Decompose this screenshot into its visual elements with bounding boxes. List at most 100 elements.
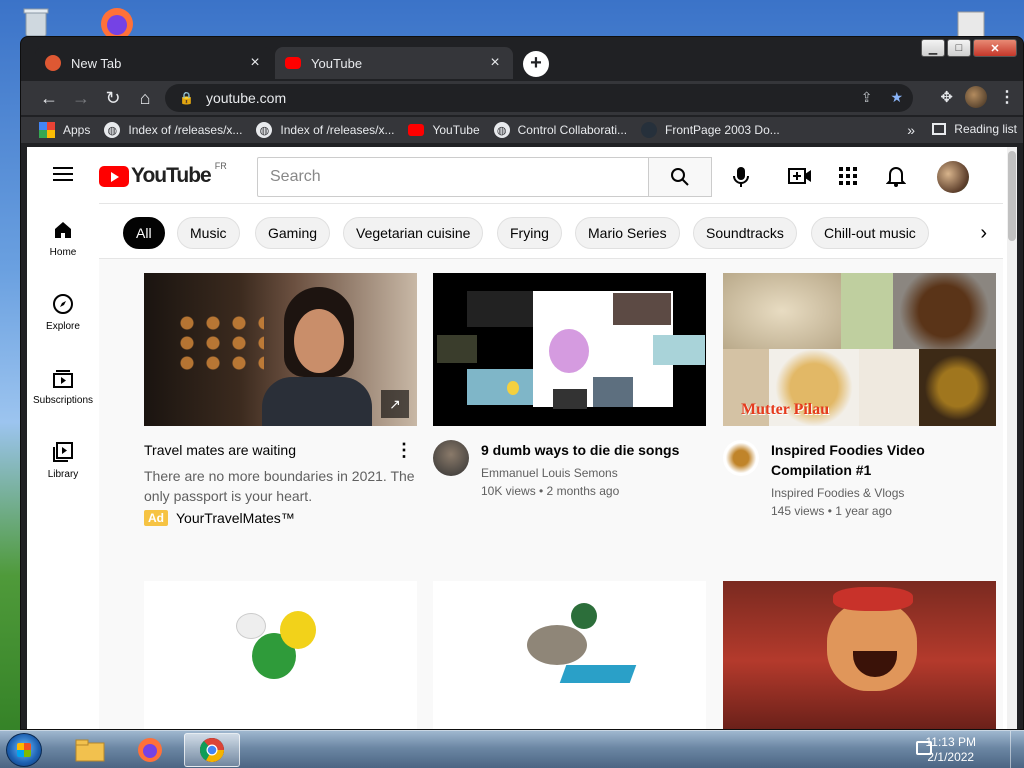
- chrome-menu-icon[interactable]: ⋮: [999, 87, 1015, 107]
- video-grid: ↗ Travel mates are waiting ⋮ There are n…: [99, 259, 1003, 729]
- advertiser-name[interactable]: YourTravelMates™: [176, 510, 295, 526]
- new-tab-button[interactable]: +: [523, 51, 549, 77]
- share-icon[interactable]: ⇪: [861, 89, 873, 106]
- sidebar-item-home[interactable]: Home: [27, 203, 99, 273]
- page-scrollbar[interactable]: [1007, 147, 1017, 729]
- bookmarks-bar: Apps ◍ Index of /releases/x... ◍ Index o…: [21, 117, 1023, 143]
- chevron-right-icon[interactable]: ›: [955, 216, 1003, 250]
- video-card[interactable]: 9 dumb ways to die die songs Emmanuel Lo…: [433, 273, 706, 500]
- address-bar[interactable]: 🔒 youtube.com ⇪ ★: [165, 84, 913, 112]
- bookmarks-overflow-button[interactable]: »: [907, 122, 915, 138]
- tab-title: New Tab: [71, 55, 122, 71]
- chip-mario-series[interactable]: Mario Series: [575, 217, 680, 249]
- chip-frying[interactable]: Frying: [497, 217, 562, 249]
- chip-music[interactable]: Music: [177, 217, 240, 249]
- account-avatar[interactable]: [937, 161, 969, 193]
- compass-icon: [53, 293, 73, 314]
- channel-name[interactable]: Inspired Foodies & Vlogs: [771, 484, 996, 502]
- video-card[interactable]: [433, 581, 706, 729]
- apps-grid-icon[interactable]: [833, 161, 863, 191]
- channel-name[interactable]: Emmanuel Louis Semons: [481, 464, 706, 482]
- scrollbar-thumb[interactable]: [1008, 151, 1016, 241]
- external-link-icon[interactable]: ↗: [381, 390, 409, 418]
- browser-window: ▁ □ ✕ New Tab × YouTube × + ← → ↻ ⌂ 🔒 yo…: [20, 36, 1024, 730]
- system-clock[interactable]: 11:13 PM 2/1/2022: [926, 735, 976, 765]
- chip-vegetarian-cuisine[interactable]: Vegetarian cuisine: [343, 217, 484, 249]
- chip-soundtracks[interactable]: Soundtracks: [693, 217, 797, 249]
- video-title[interactable]: 9 dumb ways to die die songs: [481, 440, 706, 460]
- ad-thumbnail-body: [262, 377, 372, 426]
- bookmark-label: YouTube: [432, 123, 480, 137]
- video-card[interactable]: [723, 581, 996, 729]
- sidebar-item-explore[interactable]: Explore: [27, 277, 99, 347]
- hamburger-menu-icon[interactable]: [53, 167, 73, 181]
- more-options-icon[interactable]: ⋮: [395, 440, 413, 461]
- ad-title[interactable]: Travel mates are waiting: [144, 440, 417, 460]
- show-desktop-button[interactable]: [1010, 731, 1024, 768]
- thumbnail-panel: [613, 293, 671, 325]
- channel-avatar[interactable]: [433, 440, 469, 476]
- youtube-icon: [408, 124, 425, 136]
- filter-chips-bar: All Music Gaming Vegetarian cuisine Fryi…: [99, 203, 1003, 259]
- bookmark-youtube[interactable]: YouTube: [408, 123, 480, 137]
- globe-icon: ◍: [104, 122, 121, 138]
- video-title[interactable]: Inspired Foodies Video Compilation #1: [771, 440, 996, 480]
- chip-gaming[interactable]: Gaming: [255, 217, 331, 249]
- bookmark-star-icon[interactable]: ★: [890, 89, 903, 106]
- video-card[interactable]: Mutter Pilau Inspired Foodies Video Comp…: [723, 273, 996, 520]
- back-arrow-icon[interactable]: ←: [33, 82, 65, 114]
- ad-card[interactable]: ↗ Travel mates are waiting ⋮ There are n…: [144, 273, 417, 526]
- reading-list-button[interactable]: Reading list: [932, 122, 1017, 136]
- sidebar-item-subscriptions[interactable]: Subscriptions: [27, 351, 99, 421]
- video-thumbnail[interactable]: [433, 273, 706, 426]
- thumbnail-caption: Mutter Pilau: [741, 401, 830, 418]
- video-thumbnail[interactable]: [433, 581, 706, 729]
- video-thumbnail[interactable]: [144, 581, 417, 729]
- forward-arrow-icon[interactable]: →: [65, 82, 97, 114]
- logo-text: YouTube: [131, 164, 212, 187]
- subscriptions-icon: [53, 369, 73, 388]
- bookmark-label: Apps: [63, 123, 91, 137]
- close-tab-icon[interactable]: ×: [487, 54, 503, 72]
- bookmark-item[interactable]: ◍ Control Collaborati...: [493, 122, 627, 138]
- ad-thumbnail[interactable]: ↗: [144, 273, 417, 426]
- sidebar-item-library[interactable]: Library: [27, 425, 99, 495]
- microphone-icon[interactable]: [723, 159, 759, 195]
- bookmark-item[interactable]: ◍ Index of /releases/x...: [104, 122, 242, 138]
- bookmark-apps[interactable]: Apps: [39, 122, 90, 138]
- video-thumbnail[interactable]: Mutter Pilau: [723, 273, 996, 426]
- chip-chill-out-music[interactable]: Chill-out music: [811, 217, 929, 249]
- start-button[interactable]: [6, 733, 42, 767]
- recycle-bin-icon[interactable]: [18, 6, 54, 38]
- channel-avatar[interactable]: [723, 440, 759, 476]
- chip-all[interactable]: All: [123, 217, 165, 249]
- profile-avatar[interactable]: [965, 86, 987, 108]
- frontpage-icon: [641, 122, 658, 138]
- create-video-icon[interactable]: [785, 161, 815, 191]
- tab-new-tab[interactable]: New Tab ×: [35, 47, 273, 79]
- home-icon[interactable]: ⌂: [129, 82, 161, 114]
- sidebar-label: Subscriptions: [32, 394, 94, 406]
- file-explorer-icon[interactable]: [62, 733, 118, 767]
- reading-list-label: Reading list: [954, 122, 1017, 136]
- youtube-play-icon: [99, 165, 129, 187]
- chrome-icon[interactable]: [184, 733, 240, 767]
- reload-icon[interactable]: ↻: [97, 82, 129, 114]
- bookmark-item[interactable]: FrontPage 2003 Do...: [641, 122, 780, 138]
- search-input[interactable]: Search: [257, 157, 649, 197]
- thumbnail-dish: [919, 349, 996, 426]
- bookmark-item[interactable]: ◍ Index of /releases/x...: [256, 122, 394, 138]
- firefox-icon[interactable]: [122, 733, 178, 767]
- video-card[interactable]: [144, 581, 417, 729]
- ad-badge: Ad: [144, 510, 168, 526]
- search-button[interactable]: [648, 157, 712, 197]
- bookmark-label: Index of /releases/x...: [280, 123, 395, 137]
- close-tab-icon[interactable]: ×: [247, 54, 263, 72]
- video-thumbnail[interactable]: [723, 581, 996, 729]
- extensions-puzzle-icon[interactable]: ✥: [940, 88, 953, 106]
- youtube-logo[interactable]: YouTube FR: [99, 161, 227, 188]
- url-text: youtube.com: [205, 90, 287, 106]
- notifications-bell-icon[interactable]: [881, 161, 911, 191]
- tab-youtube[interactable]: YouTube ×: [275, 47, 513, 79]
- thumbnail-flippers: [559, 665, 637, 683]
